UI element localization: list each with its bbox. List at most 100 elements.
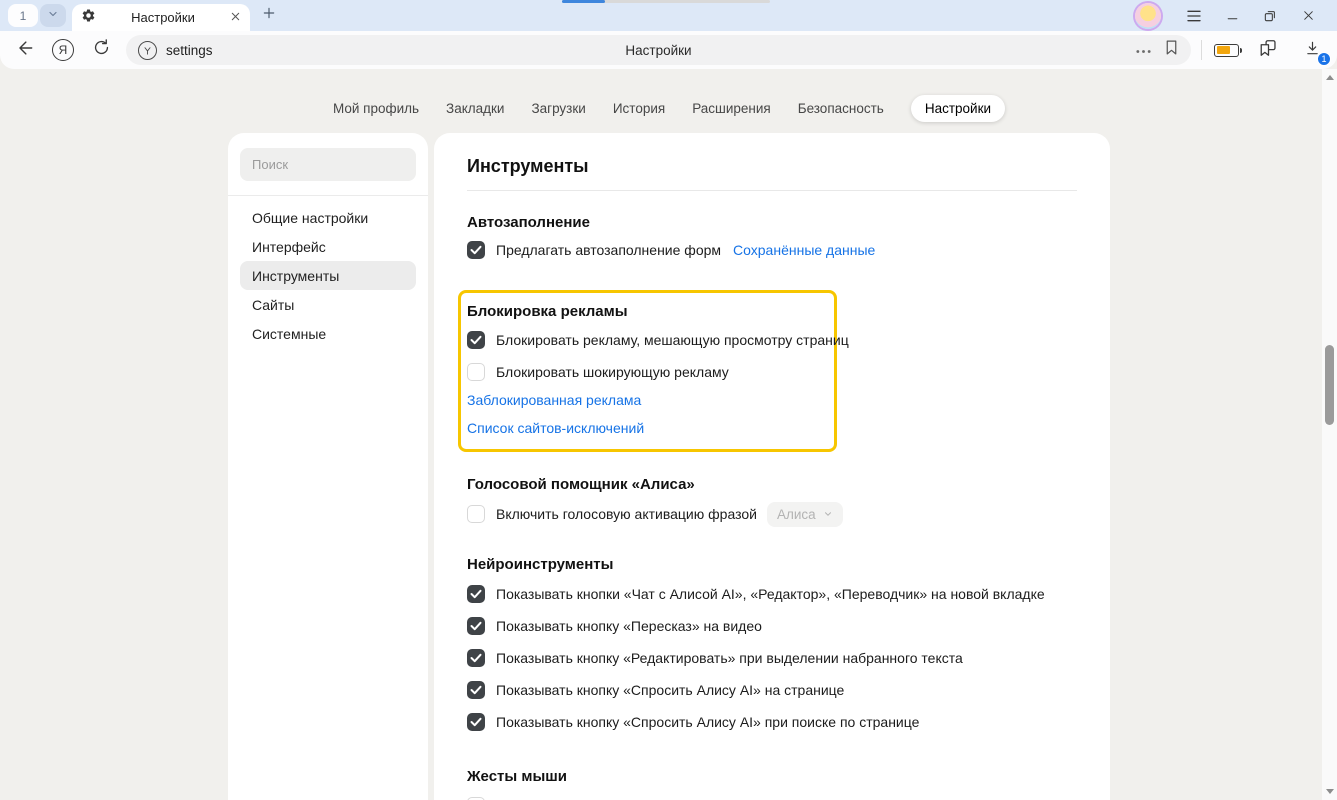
- neuro-ask-page-label: Показывать кнопку «Спросить Алису AI» на…: [496, 682, 844, 698]
- settings-sidebar: Общие настройки Интерфейс Инструменты Са…: [228, 133, 428, 800]
- autofill-checkbox[interactable]: [467, 241, 485, 259]
- nav-tab-settings[interactable]: Настройки: [911, 95, 1005, 122]
- window-controls: [1135, 0, 1327, 31]
- sidebar-item-sites[interactable]: Сайты: [240, 290, 416, 319]
- scrollbar-thumb[interactable]: [1325, 345, 1334, 425]
- blocked-ads-link[interactable]: Заблокированная реклама: [467, 392, 641, 408]
- restore-icon: [1263, 9, 1277, 23]
- sidebar-item-tools[interactable]: Инструменты: [240, 261, 416, 290]
- profile-avatar[interactable]: [1135, 3, 1161, 29]
- neuro-row-video: Показывать кнопку «Пересказ» на видео: [467, 612, 1077, 640]
- battery-saver-icon[interactable]: [1214, 44, 1239, 57]
- block-annoying-ads-label: Блокировать рекламу, мешающую просмотру …: [496, 332, 849, 348]
- tabstrip-scrollbar[interactable]: [562, 0, 770, 3]
- section-autofill-heading: Автозаполнение: [467, 214, 1077, 232]
- page-scrollbar[interactable]: [1322, 69, 1337, 800]
- address-bar[interactable]: settings Настройки: [126, 35, 1191, 65]
- sidebar-item-system[interactable]: Системные: [240, 319, 416, 348]
- gestures-row: Включить Настройки жестов: [467, 792, 1077, 800]
- sidebar-item-interface[interactable]: Интерфейс: [240, 232, 416, 261]
- voice-activation-checkbox[interactable]: [467, 505, 485, 523]
- collections-button[interactable]: [1255, 37, 1281, 63]
- activation-phrase-dropdown[interactable]: Алиса: [767, 502, 843, 527]
- bookmark-icon[interactable]: [1164, 39, 1179, 61]
- yandex-logo-icon: Я: [52, 39, 74, 61]
- block-shocking-ads-checkbox[interactable]: [467, 363, 485, 381]
- minimize-icon: [1226, 9, 1239, 22]
- activation-phrase-value: Алиса: [777, 507, 816, 522]
- neuro-video-label: Показывать кнопку «Пересказ» на видео: [496, 618, 762, 634]
- restore-button[interactable]: [1251, 0, 1289, 31]
- nav-tab-bookmarks[interactable]: Закладки: [446, 101, 504, 116]
- neuro-edit-label: Показывать кнопку «Редактировать» при вы…: [496, 650, 963, 666]
- section-neuro-heading: Нейроинструменты: [467, 556, 1077, 574]
- hamburger-menu-icon: [1186, 9, 1202, 23]
- sidebar-list: Общие настройки Интерфейс Инструменты Са…: [228, 203, 428, 348]
- neuro-row-edit: Показывать кнопку «Редактировать» при вы…: [467, 644, 1077, 672]
- settings-nav-tabs: Мой профиль Закладки Загрузки История Ра…: [228, 93, 1110, 123]
- browser-menu-button[interactable]: [1175, 0, 1213, 31]
- neuro-ask-page-checkbox[interactable]: [467, 681, 485, 699]
- neuro-row-ask-search: Показывать кнопку «Спросить Алису AI» пр…: [467, 708, 1077, 736]
- neuro-newtab-checkbox[interactable]: [467, 585, 485, 603]
- tab-close-icon[interactable]: [230, 9, 241, 27]
- downloads-button[interactable]: 1: [1299, 37, 1325, 63]
- address-bar-page-title: Настройки: [625, 43, 691, 58]
- nav-tab-downloads[interactable]: Загрузки: [531, 101, 585, 116]
- close-window-button[interactable]: [1289, 0, 1327, 31]
- new-tab-button[interactable]: [256, 4, 282, 27]
- adblock-row-annoying: Блокировать рекламу, мешающую просмотру …: [467, 326, 824, 353]
- content-divider: [467, 190, 1077, 191]
- protect-icon: [138, 41, 157, 60]
- section-gestures-heading: Жесты мыши: [467, 768, 1077, 786]
- block-annoying-ads-checkbox[interactable]: [467, 331, 485, 349]
- refresh-icon: [92, 38, 111, 62]
- neuro-video-checkbox[interactable]: [467, 617, 485, 635]
- scroll-up-arrow-icon[interactable]: [1326, 75, 1334, 80]
- address-bar-url[interactable]: settings: [166, 43, 213, 58]
- neuro-edit-checkbox[interactable]: [467, 649, 485, 667]
- toolbar-divider: [1201, 40, 1202, 60]
- nav-tab-history[interactable]: История: [613, 101, 665, 116]
- refresh-button[interactable]: [88, 37, 114, 63]
- adblock-highlighted-section: Блокировка рекламы Блокировать рекламу, …: [458, 290, 837, 452]
- alice-row: Включить голосовую активацию фразой Алис…: [467, 500, 1077, 528]
- neuro-ask-search-checkbox[interactable]: [467, 713, 485, 731]
- neuro-row-newtab: Показывать кнопки «Чат с Алисой AI», «Ре…: [467, 580, 1077, 608]
- back-button[interactable]: [12, 37, 38, 63]
- nav-tab-profile[interactable]: Мой профиль: [333, 101, 419, 116]
- sidebar-item-label: Общие настройки: [252, 210, 368, 226]
- saved-data-link[interactable]: Сохранённые данные: [733, 242, 875, 258]
- sidebar-item-label: Интерфейс: [252, 239, 326, 255]
- tab-strip: 1 Настройки: [0, 0, 1337, 31]
- adblock-row-shocking: Блокировать шокирующую рекламу: [467, 358, 824, 385]
- back-arrow-icon: [15, 38, 35, 63]
- gear-icon: [81, 8, 96, 28]
- autofill-checkbox-label: Предлагать автозаполнение форм: [496, 242, 721, 258]
- tabstrip-scrollbar-thumb[interactable]: [562, 0, 605, 3]
- site-exceptions-link[interactable]: Список сайтов-исключений: [467, 420, 644, 436]
- sidebar-item-general[interactable]: Общие настройки: [240, 203, 416, 232]
- sidebar-item-label: Системные: [252, 326, 326, 342]
- nav-tab-extensions[interactable]: Расширения: [692, 101, 771, 116]
- battery-cap: [1240, 48, 1243, 53]
- neuro-row-ask-page: Показывать кнопку «Спросить Алису AI» на…: [467, 676, 1077, 704]
- autofill-row: Предлагать автозаполнение форм Сохранённ…: [467, 236, 1077, 264]
- minimize-button[interactable]: [1213, 0, 1251, 31]
- search-input[interactable]: [240, 148, 416, 181]
- sidebar-divider: [228, 195, 428, 196]
- yandex-home-button[interactable]: Я: [50, 37, 76, 63]
- scroll-down-arrow-icon[interactable]: [1326, 789, 1334, 794]
- chevron-down-icon: [47, 7, 59, 25]
- plus-icon: [262, 6, 276, 25]
- tab-list-chevron-button[interactable]: [40, 4, 66, 27]
- more-options-icon[interactable]: [1135, 41, 1152, 59]
- nav-tab-security[interactable]: Безопасность: [798, 101, 884, 116]
- collections-tag-icon: [1258, 38, 1279, 63]
- block-shocking-ads-label: Блокировать шокирующую рекламу: [496, 364, 729, 380]
- tab-count-badge[interactable]: 1: [8, 4, 38, 27]
- tab-counter[interactable]: 1: [8, 4, 66, 27]
- active-tab[interactable]: Настройки: [72, 4, 250, 31]
- tab-title: Настройки: [96, 10, 230, 25]
- voice-activation-label: Включить голосовую активацию фразой: [496, 506, 757, 522]
